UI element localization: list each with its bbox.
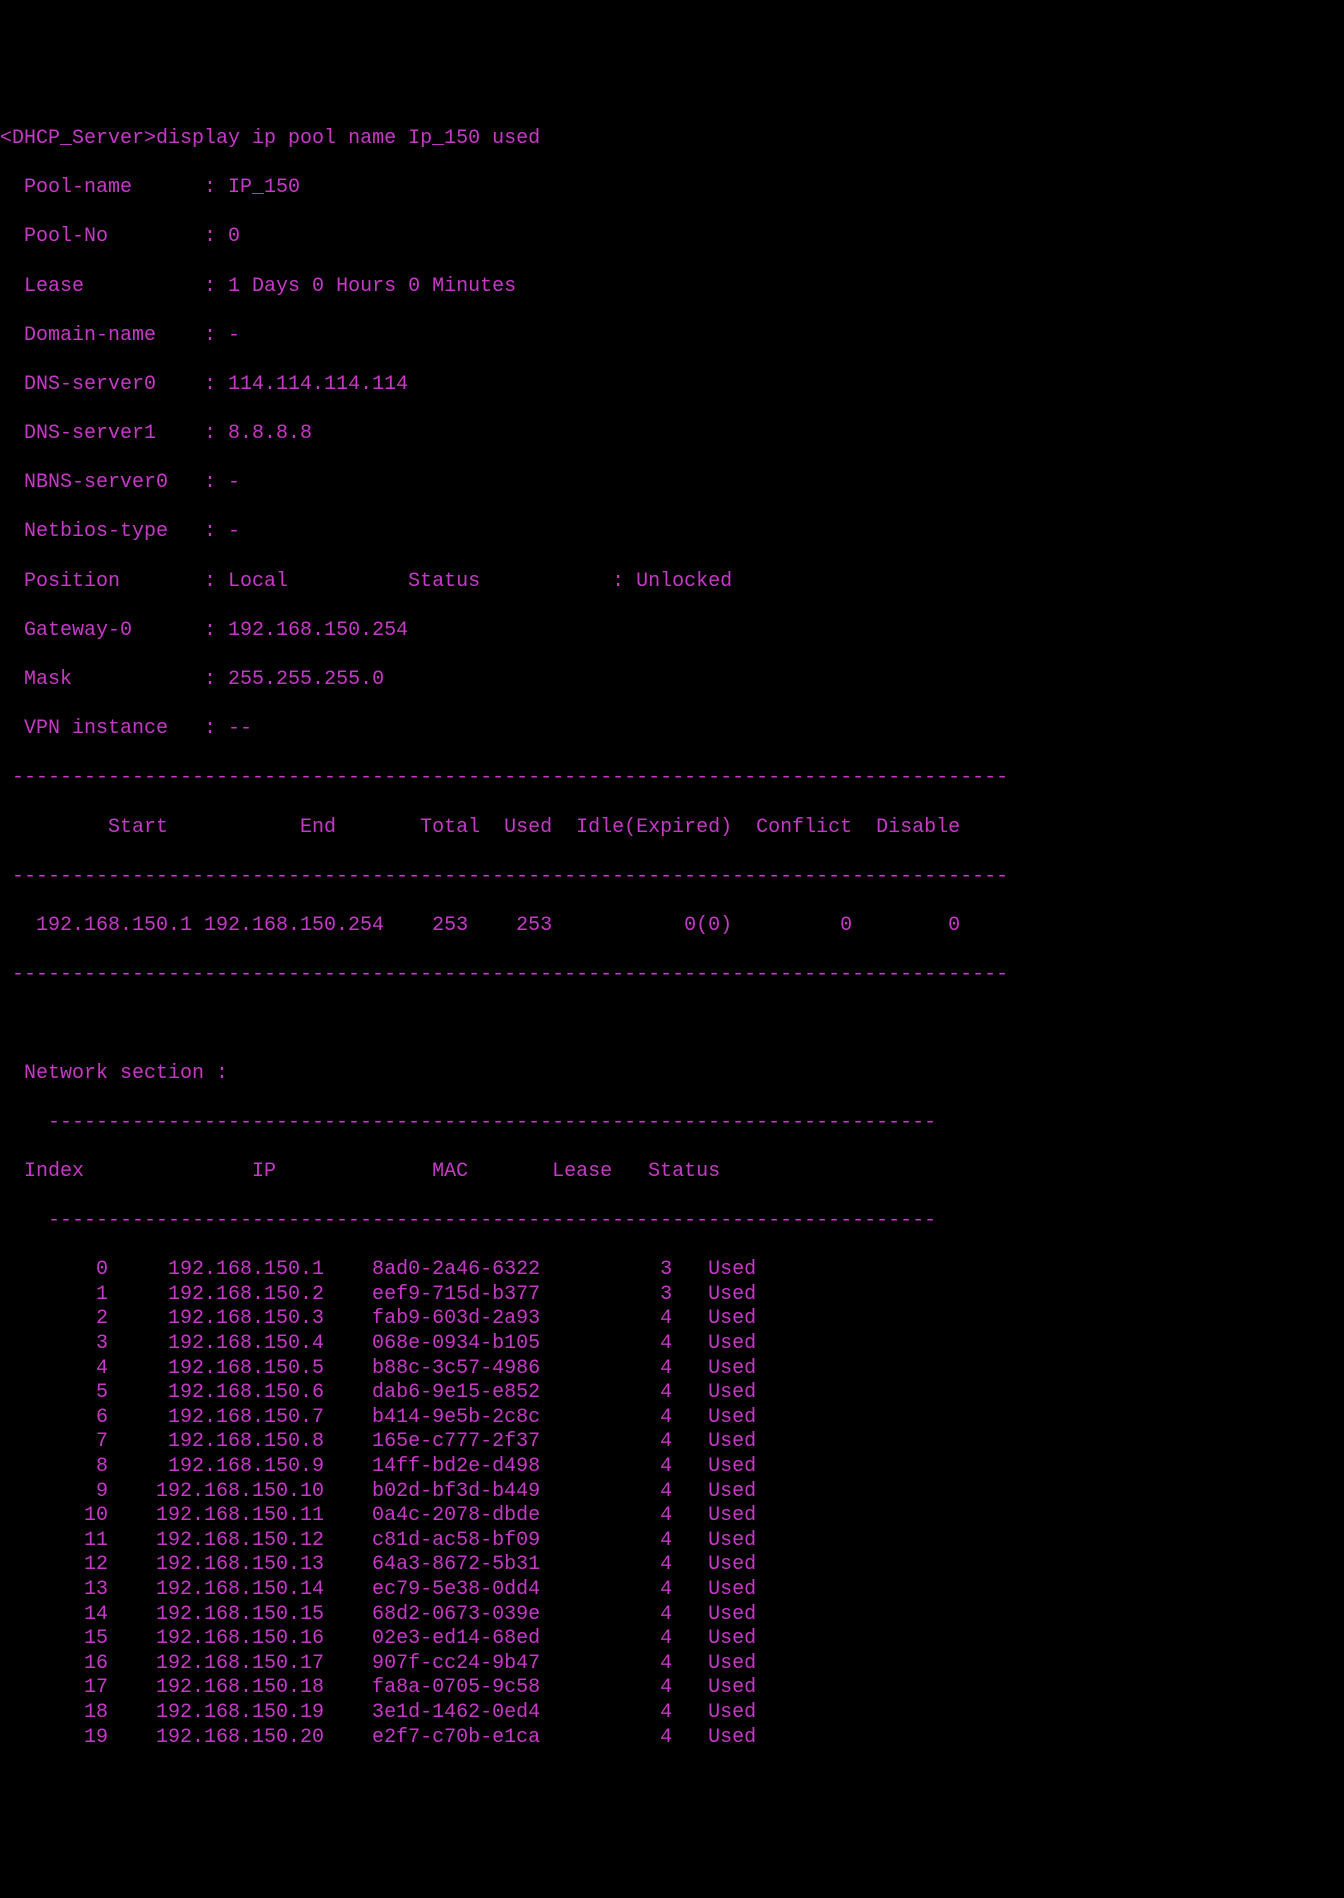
gateway-value: 192.168.150.254 (228, 619, 408, 642)
divider-top: ----------------------------------------… (0, 766, 1344, 791)
network-rows-container: 0 192.168.150.1 8ad0-2a46-6322 3 Used 1 … (0, 1258, 1344, 1750)
lease-value: 1 Days 0 Hours 0 Minutes (228, 275, 516, 298)
domain-name-value: - (228, 324, 240, 347)
nbns0-label: NBNS-server0 : (0, 471, 228, 494)
status-value: Unlocked (636, 570, 732, 593)
network-row: 8 192.168.150.9 14ff-bd2e-d498 4 Used (0, 1455, 1344, 1480)
status-label: Status : (408, 570, 636, 593)
terminal-output: <DHCP_Server>display ip pool name Ip_150… (0, 102, 1344, 1774)
pool-no-value: 0 (228, 225, 240, 248)
divider-mid: ----------------------------------------… (0, 865, 1344, 890)
network-row: 3 192.168.150.4 068e-0934-b105 4 Used (0, 1332, 1344, 1357)
blank-line (0, 1012, 1344, 1037)
network-row: 13 192.168.150.14 ec79-5e38-0dd4 4 Used (0, 1578, 1344, 1603)
vpn-label: VPN instance : (0, 717, 228, 740)
netbios-value: - (228, 520, 240, 543)
pool-name-value: IP_150 (228, 176, 300, 199)
network-row: 19 192.168.150.20 e2f7-c70b-e1ca 4 Used (0, 1726, 1344, 1751)
dns1-row: DNS-server1 : 8.8.8.8 (0, 422, 1344, 447)
vpn-value: -- (228, 717, 252, 740)
network-section-title: Network section : (0, 1062, 1344, 1087)
network-row: 0 192.168.150.1 8ad0-2a46-6322 3 Used (0, 1258, 1344, 1283)
command-line: <DHCP_Server>display ip pool name Ip_150… (0, 127, 1344, 152)
dns1-value: 8.8.8.8 (228, 422, 312, 445)
domain-name-label: Domain-name : (0, 324, 228, 347)
network-row: 1 192.168.150.2 eef9-715d-b377 3 Used (0, 1283, 1344, 1308)
network-row: 9 192.168.150.10 b02d-bf3d-b449 4 Used (0, 1480, 1344, 1505)
network-row: 2 192.168.150.3 fab9-603d-2a93 4 Used (0, 1307, 1344, 1332)
gateway-row: Gateway-0 : 192.168.150.254 (0, 619, 1344, 644)
position-label: Position : (0, 570, 228, 593)
dns1-label: DNS-server1 : (0, 422, 228, 445)
position-row: Position : Local Status : Unlocked (0, 570, 1344, 595)
mask-value: 255.255.255.0 (228, 668, 384, 691)
network-row: 11 192.168.150.12 c81d-ac58-bf09 4 Used (0, 1529, 1344, 1554)
pool-no-label: Pool-No : (0, 225, 228, 248)
netbios-label: Netbios-type : (0, 520, 228, 543)
network-row: 4 192.168.150.5 b88c-3c57-4986 4 Used (0, 1357, 1344, 1382)
pool-name-row: Pool-name : IP_150 (0, 176, 1344, 201)
network-row: 16 192.168.150.17 907f-cc24-9b47 4 Used (0, 1652, 1344, 1677)
pool-name-label: Pool-name : (0, 176, 228, 199)
network-header: Index IP MAC Lease Status (0, 1160, 1344, 1185)
dns0-label: DNS-server0 : (0, 373, 228, 396)
prompt-host: <DHCP_Server> (0, 127, 156, 150)
lease-label: Lease : (0, 275, 228, 298)
nbns0-row: NBNS-server0 : - (0, 471, 1344, 496)
mask-row: Mask : 255.255.255.0 (0, 668, 1344, 693)
gateway-label: Gateway-0 : (0, 619, 228, 642)
summary-header: Start End Total Used Idle(Expired) Confl… (0, 816, 1344, 841)
vpn-row: VPN instance : -- (0, 717, 1344, 742)
command-text: display ip pool name Ip_150 used (156, 127, 540, 150)
lease-row: Lease : 1 Days 0 Hours 0 Minutes (0, 275, 1344, 300)
network-row: 12 192.168.150.13 64a3-8672-5b31 4 Used (0, 1553, 1344, 1578)
dns0-value: 114.114.114.114 (228, 373, 408, 396)
divider-bottom: ----------------------------------------… (0, 963, 1344, 988)
network-row: 17 192.168.150.18 fa8a-0705-9c58 4 Used (0, 1676, 1344, 1701)
network-row: 5 192.168.150.6 dab6-9e15-e852 4 Used (0, 1381, 1344, 1406)
network-divider-top: ----------------------------------------… (0, 1111, 1344, 1136)
network-row: 10 192.168.150.11 0a4c-2078-dbde 4 Used (0, 1504, 1344, 1529)
network-row: 7 192.168.150.8 165e-c777-2f37 4 Used (0, 1430, 1344, 1455)
network-row: 14 192.168.150.15 68d2-0673-039e 4 Used (0, 1603, 1344, 1628)
netbios-row: Netbios-type : - (0, 520, 1344, 545)
nbns0-value: - (228, 471, 240, 494)
network-row: 6 192.168.150.7 b414-9e5b-2c8c 4 Used (0, 1406, 1344, 1431)
network-divider-bottom: ----------------------------------------… (0, 1209, 1344, 1234)
summary-data: 192.168.150.1 192.168.150.254 253 253 0(… (0, 914, 1344, 939)
position-value: Local (228, 570, 408, 593)
dns0-row: DNS-server0 : 114.114.114.114 (0, 373, 1344, 398)
domain-name-row: Domain-name : - (0, 324, 1344, 349)
pool-no-row: Pool-No : 0 (0, 225, 1344, 250)
mask-label: Mask : (0, 668, 228, 691)
network-row: 15 192.168.150.16 02e3-ed14-68ed 4 Used (0, 1627, 1344, 1652)
network-row: 18 192.168.150.19 3e1d-1462-0ed4 4 Used (0, 1701, 1344, 1726)
